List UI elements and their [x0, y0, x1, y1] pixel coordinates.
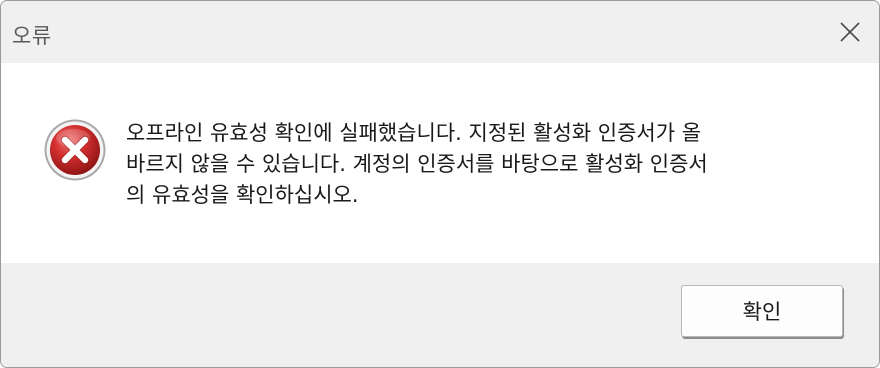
- error-dialog: 오류 오프라인 유효성 확인에 실패했습니다. 지정된 활성화 인증서가 올 바…: [0, 0, 880, 368]
- close-button[interactable]: [821, 1, 879, 63]
- close-icon: [840, 22, 860, 42]
- message-area: 오프라인 유효성 확인에 실패했습니다. 지정된 활성화 인증서가 올 바르지 …: [1, 63, 879, 263]
- message-line: 오프라인 유효성 확인에 실패했습니다. 지정된 활성화 인증서가 올: [126, 121, 702, 145]
- button-bar: 확인: [1, 263, 879, 367]
- window-title: 오류: [12, 24, 52, 48]
- title-bar: 오류: [1, 1, 879, 63]
- ok-button[interactable]: 확인: [681, 285, 843, 337]
- message-line: 바르지 않을 수 있습니다. 계정의 인증서를 바탕으로 활성화 인증서: [126, 152, 708, 176]
- error-icon: [44, 119, 106, 181]
- error-message: 오프라인 유효성 확인에 실패했습니다. 지정된 활성화 인증서가 올 바르지 …: [126, 118, 826, 211]
- message-line: 의 유효성을 확인하십시오.: [126, 183, 359, 207]
